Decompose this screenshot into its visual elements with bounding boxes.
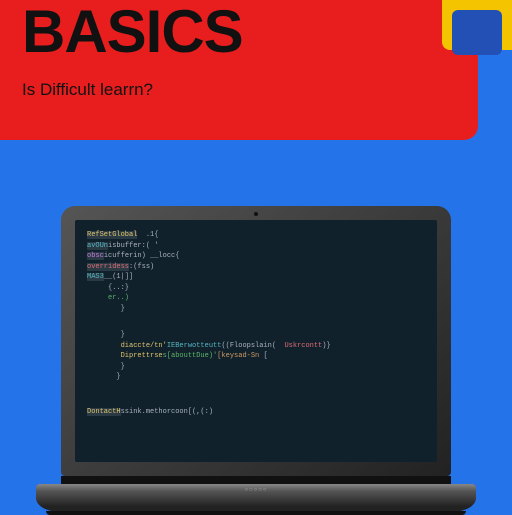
code-line: overridess:(fss) (87, 262, 425, 273)
header-panel: BASICS Is Difficult learrn? (0, 0, 478, 140)
page-subtitle: Is Difficult learrn? (22, 80, 456, 100)
accent-blue-block (452, 10, 502, 55)
code-line: } (87, 372, 425, 383)
code-line (87, 391, 425, 399)
code-line: er..) (87, 293, 425, 304)
webcam-icon (253, 211, 259, 217)
laptop-illustration: RefSetGlobal .1{avOUnisbuffer:( 'obscicu… (36, 206, 476, 512)
code-line: avOUnisbuffer:( ' (87, 241, 425, 252)
code-line: } (87, 362, 425, 373)
code-line: obscicufferin) __locc{ (87, 251, 425, 262)
code-line: DontactHssink.methorcoon[(,(:) (87, 407, 425, 418)
laptop-screen-frame: RefSetGlobal .1{avOUnisbuffer:( 'obscicu… (61, 206, 451, 476)
code-line: {..:} (87, 283, 425, 294)
code-line (87, 322, 425, 330)
laptop-base: ○○○○○ (36, 484, 476, 512)
code-line (87, 399, 425, 407)
code-line: RefSetGlobal .1{ (87, 230, 425, 241)
code-line: } (87, 304, 425, 315)
code-line (87, 383, 425, 391)
code-line: Diprettrses[abouttDue)'[keysad-Sn [ (87, 351, 425, 362)
laptop-hinge (61, 476, 451, 484)
code-line: MAS3__(1|]] (87, 272, 425, 283)
code-editor-screen: RefSetGlobal .1{avOUnisbuffer:( 'obscicu… (75, 220, 437, 462)
laptop-brand-label: ○○○○○ (244, 487, 267, 493)
code-line: } (87, 330, 425, 341)
code-line: diaccte/tn'IEBerwotteutt((Floopslain( Us… (87, 341, 425, 352)
page-title: BASICS (22, 0, 456, 62)
code-line (87, 314, 425, 322)
